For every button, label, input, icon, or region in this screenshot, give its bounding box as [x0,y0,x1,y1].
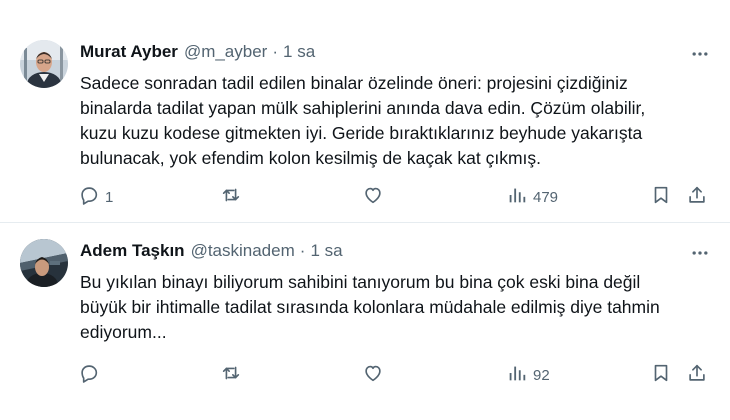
bookmark-icon [650,184,672,210]
tweet-text: Sadece sonradan tadil edilen binalar öze… [80,73,646,168]
share-icon [686,362,708,388]
view-count: 92 [533,366,550,384]
reply-button[interactable]: 1 [78,183,113,211]
separator-dot: · [299,241,306,260]
like-button[interactable] [362,361,389,389]
views-icon [506,184,528,210]
like-icon [362,362,384,388]
retweet-button[interactable] [220,361,247,389]
views-button[interactable]: 479 [506,183,558,211]
tweet[interactable]: Murat Ayber @m_ayber · 1 sa Sadece sonra… [0,0,730,222]
views-button[interactable]: 92 [506,361,550,389]
retweet-icon [220,184,242,210]
retweet-button[interactable] [220,183,247,211]
reply-count: 1 [105,188,114,206]
action-bar: 92 [70,361,720,389]
tweet-text: Bu yıkılan binayı biliyorum sahibini tan… [80,272,660,342]
retweet-icon [220,362,242,388]
tweet-header: Murat Ayber @m_ayber · 1 sa [80,41,315,63]
author-handle[interactable]: @taskinadem [191,241,295,261]
bookmark-button[interactable] [650,183,672,211]
reply-icon [78,184,100,210]
bookmark-button[interactable] [650,361,672,389]
reply-button[interactable] [78,361,105,389]
share-button[interactable] [686,361,708,389]
timestamp[interactable]: 1 sa [310,241,342,261]
bookmark-icon [650,362,672,388]
reply-icon [78,362,100,388]
more-icon[interactable] [688,42,712,66]
action-bar: 1 479 [70,183,720,211]
like-button[interactable] [362,183,389,211]
author-handle[interactable]: @m_ayber [184,42,267,62]
share-icon [686,184,708,210]
separator-dot: · [272,42,279,61]
avatar[interactable] [20,40,68,88]
more-icon[interactable] [688,241,712,265]
reply-feed: Murat Ayber @m_ayber · 1 sa Sadece sonra… [0,0,730,420]
timestamp[interactable]: 1 sa [283,42,315,62]
tweet[interactable]: Adem Taşkın @taskinadem · 1 sa Bu yıkıla… [0,223,730,420]
share-button[interactable] [686,183,708,211]
author-name[interactable]: Murat Ayber [80,42,178,62]
avatar[interactable] [20,239,68,287]
author-name[interactable]: Adem Taşkın [80,241,185,261]
like-icon [362,184,384,210]
view-count: 479 [533,188,559,206]
views-icon [506,362,528,388]
tweet-header: Adem Taşkın @taskinadem · 1 sa [80,240,343,262]
